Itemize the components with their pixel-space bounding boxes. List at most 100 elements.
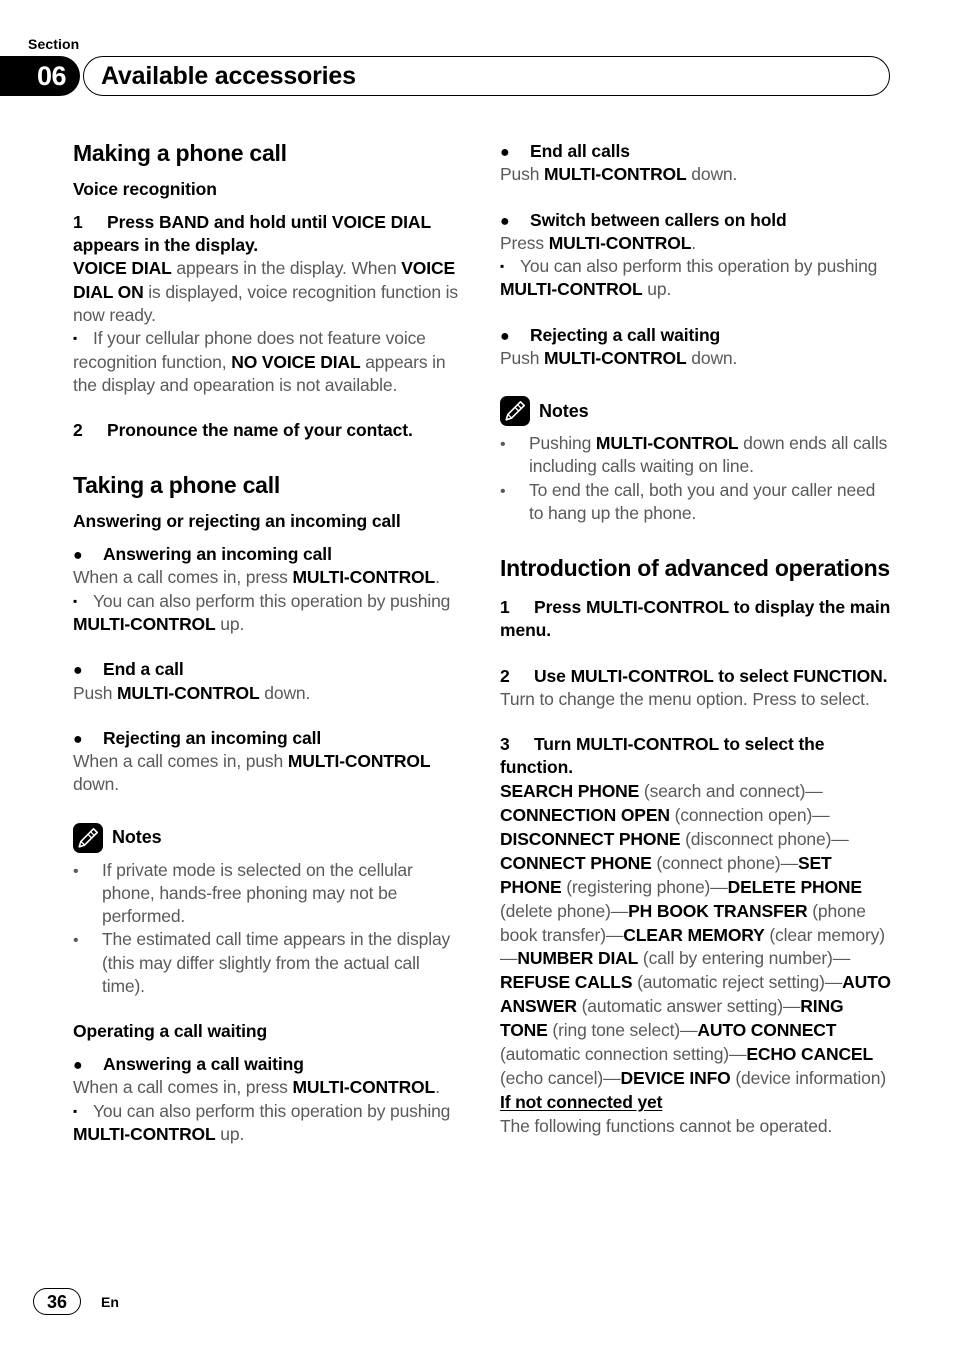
function-name: CLEAR MEMORY: [623, 924, 765, 945]
heading-introduction-advanced-operations: Introduction of advanced operations: [500, 555, 890, 582]
section-label: Section: [28, 36, 80, 52]
function-description: (automatic reject setting)—: [632, 972, 843, 993]
function-description: (disconnect phone)—: [680, 828, 849, 849]
subheading-answering-or-rejecting: Answering or rejecting an incoming call: [73, 511, 401, 532]
if-not-connected-block: If not connected yet The following funct…: [500, 1091, 893, 1139]
page-number: 36: [33, 1288, 81, 1315]
heading-making-a-phone-call: Making a phone call: [73, 140, 287, 166]
term-multi-control: MULTI-CONTROL: [292, 567, 436, 588]
language-code: En: [101, 1293, 119, 1310]
bullet-end-a-call: ● End a call: [73, 658, 466, 681]
bullet-end-all-calls: ● End all calls: [500, 140, 893, 163]
step-2-right-body: Turn to change the menu option. Press to…: [500, 688, 870, 709]
pencil-note-icon: [73, 822, 103, 853]
right-column: ● End all calls Push MULTI-CONTROL down. …: [500, 140, 893, 1139]
bullet-switch-body: Press MULTI-CONTROL.: [500, 232, 696, 253]
step-text: Pronounce the name of your contact.: [107, 420, 413, 441]
dot-bullet-icon: •: [73, 862, 79, 880]
term-multi-control: MULTI-CONTROL: [287, 751, 431, 772]
heading-taking-a-phone-call: Taking a phone call: [73, 472, 280, 499]
round-bullet-icon: ●: [73, 662, 83, 680]
note-list-item: • To end the call, both you and your call…: [500, 479, 876, 523]
step-2-right: 2 Use MULTI-CONTROL to select FUNCTION.: [500, 665, 893, 688]
step-1-body: VOICE DIAL appears in the display. When …: [73, 258, 458, 325]
page-header: Section 06 Available accessories: [0, 36, 954, 106]
round-bullet-icon: ●: [500, 327, 510, 345]
dot-bullet-icon: •: [500, 482, 506, 500]
page-title: Available accessories: [101, 62, 356, 90]
term-multi-control: MULTI-CONTROL: [292, 1077, 436, 1098]
if-not-connected-heading: If not connected yet: [500, 1092, 663, 1113]
function-name: DISCONNECT PHONE: [500, 828, 681, 849]
term-multi-control: MULTI-CONTROL: [548, 232, 692, 253]
dot-bullet-icon: •: [73, 932, 79, 950]
bullet-rejecting-call-waiting-body: Push MULTI-CONTROL down.: [500, 347, 738, 368]
note-list-item: • The estimated call time appears in the …: [73, 929, 451, 996]
term-voice-dial: VOICE DIAL: [73, 258, 172, 279]
step-number: 2: [500, 665, 510, 686]
note-answering-push-up: ▪ You can also perform this operation by …: [73, 590, 451, 634]
function-description: (echo cancel)—: [500, 1068, 621, 1089]
bullet-rejecting-body: When a call comes in, push MULTI-CONTROL…: [73, 751, 431, 795]
function-description: (search and connect)—: [639, 780, 823, 801]
term-multi-control: MULTI-CONTROL: [73, 1123, 216, 1144]
bullet-end-a-call-body: Push MULTI-CONTROL down.: [73, 682, 311, 703]
step-number: 3: [500, 734, 510, 755]
dot-bullet-icon: •: [500, 436, 506, 454]
round-bullet-icon: ●: [73, 547, 83, 565]
bullet-switch-between-callers: ● Switch between callers on hold: [500, 209, 893, 232]
term-multi-control: MULTI-CONTROL: [73, 614, 216, 634]
pencil-note-icon: [500, 396, 530, 427]
round-bullet-icon: ●: [73, 730, 83, 748]
function-name: REFUSE CALLS: [500, 972, 633, 993]
step-number: 2: [73, 420, 83, 441]
function-name: AUTO CONNECT: [697, 1020, 837, 1041]
function-list: SEARCH PHONE (search and connect)— CONNEC…: [500, 780, 893, 1092]
step-1: 1 Press BAND and hold until VOICE DIAL ap…: [73, 211, 466, 258]
square-bullet-icon: ▪: [73, 1103, 78, 1118]
function-description: (connect phone)—: [651, 852, 798, 873]
square-bullet-icon: ▪: [73, 331, 78, 346]
round-bullet-icon: ●: [500, 144, 510, 161]
manual-page: Section 06 Available accessories Making …: [0, 0, 954, 1352]
function-description: (device information): [730, 1068, 887, 1089]
bullet-answering-body: When a call comes in, press MULTI-CONTRO…: [73, 567, 440, 588]
term-multi-control: MULTI-CONTROL: [500, 279, 643, 300]
notes-header-left: Notes: [73, 822, 466, 853]
subheading-operating-a-call-waiting: Operating a call waiting: [73, 1021, 268, 1042]
bullet-rejecting-an-incoming-call: ● Rejecting an incoming call: [73, 727, 466, 750]
step-text: Press BAND and hold until VOICE DIAL app…: [73, 211, 431, 256]
step-text: Turn MULTI-CONTROL to select the functio…: [500, 734, 825, 778]
square-bullet-icon: ▪: [73, 593, 78, 608]
term-multi-control: MULTI-CONTROL: [117, 682, 260, 703]
function-name: ECHO CANCEL: [746, 1044, 873, 1065]
step-number: 1: [73, 211, 83, 232]
function-description: (automatic connection setting)—: [500, 1044, 747, 1065]
function-description: (delete phone)—: [500, 900, 629, 921]
term-multi-control: MULTI-CONTROL: [595, 433, 739, 454]
note-list-item: • Pushing MULTI-CONTROL down ends all cal…: [500, 433, 888, 477]
term-multi-control: MULTI-CONTROL: [544, 164, 687, 185]
function-description: (ring tone select)—: [547, 1020, 698, 1041]
function-name: DELETE PHONE: [727, 876, 862, 897]
bullet-answering-an-incoming-call: ● Answering an incoming call: [73, 543, 466, 566]
subheading-voice-recognition: Voice recognition: [73, 178, 217, 199]
function-name: SEARCH PHONE: [500, 780, 640, 801]
term-no-voice-dial: NO VOICE DIAL: [231, 351, 361, 372]
step-text: Press MULTI-CONTROL to display the main …: [500, 597, 891, 641]
function-description: (connection open)—: [669, 804, 830, 825]
function-description: (registering phone)—: [561, 876, 728, 897]
round-bullet-icon: ●: [73, 1057, 83, 1075]
square-bullet-icon: ▪: [500, 259, 505, 274]
function-description: (call by entering number)—: [638, 948, 851, 969]
notes-label: Notes: [112, 827, 162, 848]
if-not-connected-body: The following functions cannot be operat…: [500, 1116, 833, 1137]
bullet-rejecting-a-call-waiting: ● Rejecting a call waiting: [500, 324, 893, 347]
bullet-answering-call-waiting-body: When a call comes in, press MULTI-CONTRO…: [73, 1077, 440, 1098]
bullet-answering-a-call-waiting: ● Answering a call waiting: [73, 1053, 466, 1076]
notes-header-right: Notes: [500, 396, 893, 427]
round-bullet-icon: ●: [500, 212, 510, 230]
function-name: CONNECTION OPEN: [500, 804, 670, 825]
function-name: PH BOOK TRANSFER: [628, 900, 808, 921]
step-text: Use MULTI-CONTROL to select FUNCTION.: [534, 665, 888, 686]
